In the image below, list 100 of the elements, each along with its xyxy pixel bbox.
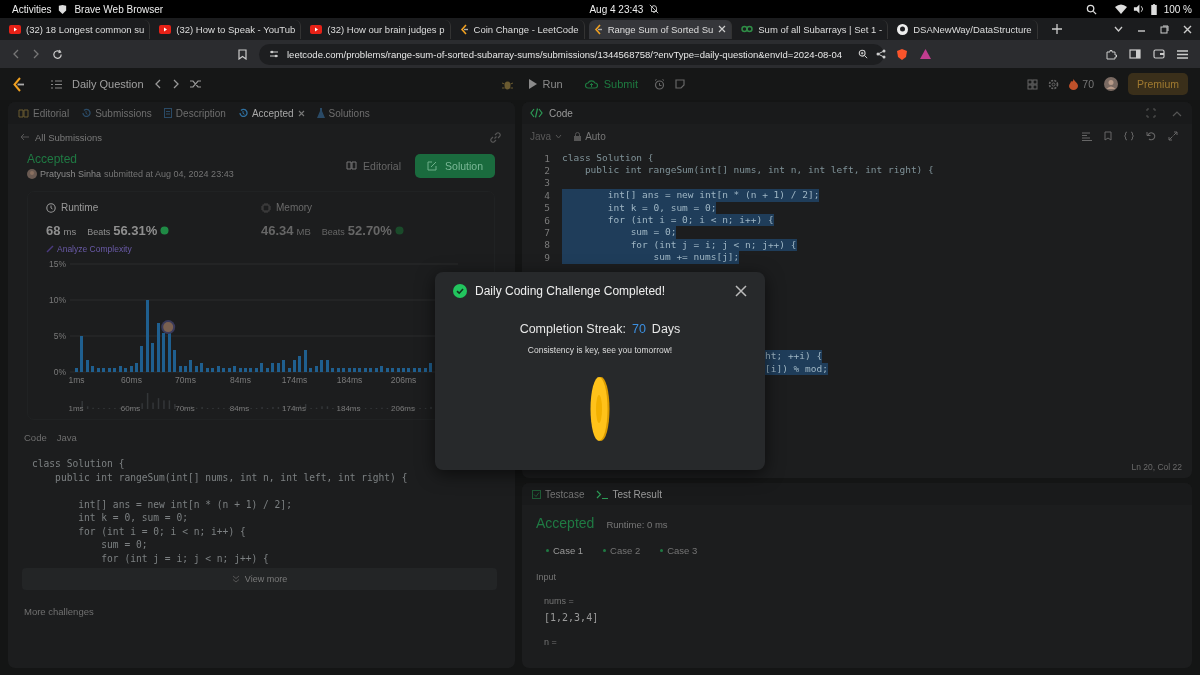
submit-button[interactable]: Submit (578, 75, 644, 93)
run-button[interactable]: Run (522, 75, 569, 93)
analyze-complexity-link[interactable]: Analyze Complexity (28, 238, 494, 254)
panel-tab[interactable]: Submissions (81, 107, 152, 119)
code-line: for (int j = i; j < n; j++) { (100, 552, 269, 564)
code-line: int k = 0, sum = 0; (77, 512, 188, 523)
browser-tab[interactable]: Sum of all Subarrays | Set 1 - (736, 19, 889, 39)
expand-icon[interactable] (1168, 131, 1178, 141)
double-circle-icon (741, 25, 754, 33)
language-dropdown[interactable]: Java (530, 130, 563, 142)
code-line: public int rangeSum(int[] nums, int n, int left, int right) { (583, 164, 934, 177)
sidebar-icon[interactable] (1129, 49, 1141, 59)
close-icon[interactable] (718, 25, 727, 33)
activities-button[interactable]: Activities (12, 3, 52, 15)
close-icon[interactable] (1183, 24, 1192, 34)
case-tab[interactable]: Case 2 (603, 545, 641, 556)
overview-label: 70ms (175, 404, 195, 413)
note-icon[interactable] (675, 79, 685, 89)
site-settings-icon[interactable] (269, 49, 279, 59)
panel-tab[interactable]: Testcase (532, 488, 585, 500)
browser-tab[interactable]: (32) How our brain judges p (305, 19, 451, 39)
axis-label: 60ms (121, 375, 142, 385)
menu-icon[interactable] (1177, 49, 1188, 59)
panel-tab[interactable]: Test Result (596, 488, 662, 500)
share-icon[interactable] (876, 49, 886, 59)
axis-label: 15% (49, 260, 66, 269)
line-number: 5 (543, 202, 550, 214)
edit-icon (427, 160, 438, 171)
auto-mode-toggle[interactable]: Auto (574, 130, 606, 142)
code-label: Code (24, 432, 47, 443)
streak-count: 70 (631, 322, 646, 336)
premium-button[interactable]: Premium (1128, 73, 1188, 95)
case-tab[interactable]: Case 3 (660, 545, 698, 556)
editorial-button[interactable]: Editorial (338, 154, 410, 177)
battery-icon[interactable] (1149, 3, 1158, 15)
problem-list-link[interactable]: Daily Question (72, 78, 144, 90)
avatar[interactable] (1104, 77, 1118, 91)
browser-tab[interactable]: Coin Change - LeetCode (454, 19, 585, 39)
browser-tab[interactable]: Range Sum of Sorted Su (588, 19, 733, 39)
panel-tab[interactable]: Editorial (18, 107, 70, 119)
battery-level: 100 % (1163, 3, 1192, 15)
axis-label: 70ms (175, 375, 196, 385)
cloud-upload-icon (584, 79, 598, 89)
search-icon[interactable] (1085, 3, 1097, 15)
alarm-icon[interactable] (654, 78, 665, 90)
puzzle-icon[interactable] (1106, 48, 1117, 60)
next-icon[interactable] (171, 79, 180, 89)
previous-icon[interactable] (153, 79, 162, 89)
result-status: Accepted (536, 515, 595, 531)
browser-tab[interactable]: DSANewWay/DataStructure (892, 19, 1038, 39)
restore-icon[interactable] (1160, 24, 1169, 34)
browser-tab[interactable]: (32) How to Speak - YouTub (154, 19, 302, 39)
streak-counter[interactable]: 70 (1069, 78, 1094, 90)
bell-off-icon (649, 4, 660, 14)
case-tab[interactable]: Case 1 (546, 545, 584, 556)
code-line: class Solution { (32, 458, 125, 469)
double-chevron-down-icon (231, 575, 240, 583)
address-field[interactable]: leetcode.com/problems/range-sum-of-sorted-subarray-sums/submissions/1344568758/?envType=daily-question&envId=2024-08-04 (259, 43, 884, 65)
panel-tab[interactable]: Solutions (316, 107, 370, 119)
code-language: Java (56, 432, 77, 443)
all-submissions-link[interactable]: All Submissions (20, 131, 103, 143)
forward-icon[interactable] (32, 49, 40, 59)
avatar-marker (161, 320, 176, 335)
author-avatar (27, 169, 37, 179)
panel-tab[interactable]: Description (163, 107, 226, 119)
clock[interactable]: Aug 4 23:43 (589, 3, 644, 15)
list-icon[interactable] (51, 79, 62, 89)
format-icon[interactable] (1082, 131, 1092, 141)
reload-icon[interactable] (52, 48, 63, 60)
panel-tab[interactable]: Accepted (237, 107, 305, 119)
close-icon[interactable] (735, 285, 747, 297)
stat-tab[interactable]: Runtime 68 ms Beats 56.31% (46, 202, 261, 238)
new-tab-icon[interactable] (1051, 24, 1062, 34)
overview-label: 174ms (282, 404, 306, 413)
book-icon (18, 108, 29, 118)
back-icon[interactable] (12, 49, 20, 59)
triangle-icon[interactable] (920, 49, 931, 59)
author-name[interactable]: Pratyush Sinha (40, 169, 102, 179)
line-number: 2 (543, 165, 550, 177)
history-icon (237, 108, 248, 118)
view-more-button[interactable]: View more (22, 568, 497, 590)
zoom-icon[interactable] (858, 49, 868, 59)
settings-icon[interactable] (1048, 78, 1060, 90)
solution-button[interactable]: Solution (415, 153, 495, 178)
shuffle-icon[interactable] (189, 79, 202, 89)
volume-icon[interactable] (1132, 4, 1144, 14)
chevron-down-icon[interactable] (1114, 26, 1123, 32)
browser-tab[interactable]: (32) 18 Longest common su (4, 19, 151, 39)
lock-icon (574, 131, 582, 141)
braces-icon[interactable] (1124, 131, 1134, 141)
play-icon (528, 79, 537, 89)
more-challenges-heading: More challenges (23, 605, 95, 617)
chip-icon (261, 202, 271, 213)
wallet-icon[interactable] (1153, 49, 1165, 59)
streak-unit: Days (651, 322, 681, 336)
code-line: sum = 0; (100, 539, 148, 550)
shield-icon[interactable] (896, 47, 908, 61)
stat-tab[interactable]: Memory 46.34 MB Beats 52.70% (261, 202, 476, 238)
wifi-icon[interactable] (1114, 4, 1127, 14)
undo-icon[interactable] (1146, 131, 1156, 141)
